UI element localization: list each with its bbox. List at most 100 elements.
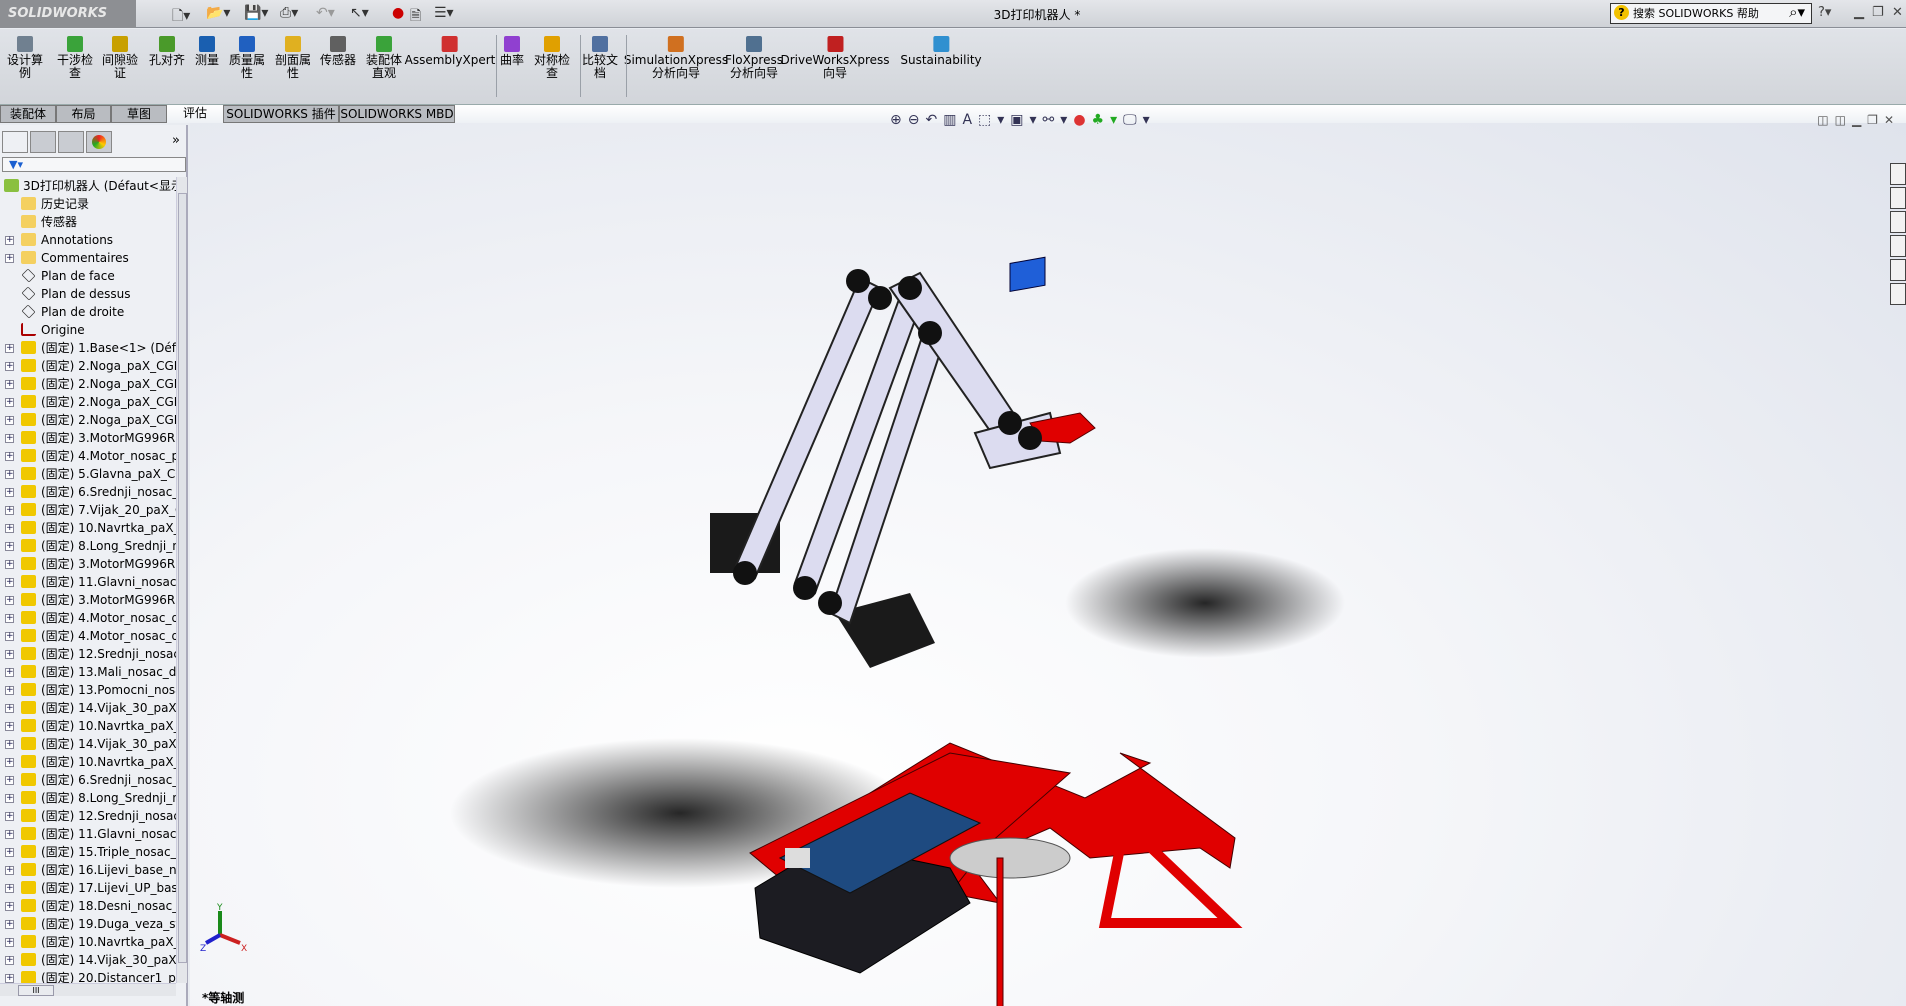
tree-item[interactable]: 传感器 <box>0 213 176 231</box>
tree-item[interactable]: Plan de droite <box>0 303 176 321</box>
tree-item[interactable]: + (固定) 2.Noga_paX_CGI <box>0 393 176 411</box>
tree-item[interactable]: + (固定) 1.Base<1> (Défa <box>0 339 176 357</box>
ribbon-button-compare-documents[interactable]: 比较文 档 <box>582 36 618 80</box>
expand-panel-icon[interactable]: » <box>172 133 180 148</box>
tree-item[interactable]: + (固定) 20.Distancer1_pa <box>0 969 176 983</box>
expand-icon[interactable]: + <box>5 380 14 389</box>
tree-item[interactable]: + Annotations <box>0 231 176 249</box>
expand-icon[interactable]: + <box>5 902 14 911</box>
tree-item[interactable]: + (固定) 18.Desni_nosac_s <box>0 897 176 915</box>
tree-item[interactable]: + (固定) 16.Lijevi_base_no <box>0 861 176 879</box>
tree-item[interactable]: + (固定) 2.Noga_paX_CGI <box>0 411 176 429</box>
tree-item[interactable]: + (固定) 11.Glavni_nosac_ <box>0 825 176 843</box>
tree-item[interactable]: + (固定) 3.MotorMG996R <box>0 591 176 609</box>
expand-icon[interactable]: + <box>5 866 14 875</box>
ribbon-button-clearance-verification[interactable]: 间隙验 证 <box>102 36 138 80</box>
tree-item[interactable]: + (固定) 10.Navrtka_paX_ <box>0 933 176 951</box>
scrollbar-thumb[interactable] <box>178 193 187 963</box>
ribbon-button-sensor[interactable]: 传感器 <box>320 36 356 67</box>
ribbon-button-symmetry-check[interactable]: 对称检 查 <box>534 36 570 80</box>
tree-item[interactable]: + (固定) 6.Srednji_nosac_ <box>0 483 176 501</box>
help-menu-icon[interactable]: ?▾ <box>1818 5 1831 20</box>
tree-item[interactable]: + (固定) 11.Glavni_nosac_ <box>0 573 176 591</box>
expand-icon[interactable]: + <box>5 398 14 407</box>
tree-item[interactable]: + (固定) 13.Pomocni_nosa <box>0 681 176 699</box>
tree-item[interactable]: + (固定) 8.Long_Srednji_n <box>0 537 176 555</box>
expand-icon[interactable]: + <box>5 614 14 623</box>
tree-item[interactable]: + (固定) 3.MotorMG996R <box>0 429 176 447</box>
expand-icon[interactable]: + <box>5 416 14 425</box>
ribbon-button-design-study[interactable]: 设计算 例 <box>7 36 43 80</box>
tab-3[interactable]: 评估 <box>167 105 223 123</box>
tab-0[interactable]: 装配体 <box>0 105 56 123</box>
expand-icon[interactable]: + <box>5 578 14 587</box>
expand-icon[interactable]: + <box>5 434 14 443</box>
expand-icon[interactable]: + <box>5 344 14 353</box>
tree-filter[interactable]: ▼▾ <box>2 157 186 172</box>
ribbon-button-floxpress[interactable]: FloXpress 分析向导 <box>725 36 783 80</box>
tree-item[interactable]: + (固定) 4.Motor_nosac_d <box>0 627 176 645</box>
scrollbar-thumb[interactable]: III <box>18 985 54 996</box>
expand-icon[interactable]: + <box>5 452 14 461</box>
tree-item[interactable]: + (固定) 15.Triple_nosac_ <box>0 843 176 861</box>
expand-icon[interactable]: + <box>5 704 14 713</box>
expand-icon[interactable]: + <box>5 632 14 641</box>
tree-item[interactable]: + (固定) 3.MotorMG996R <box>0 555 176 573</box>
expand-icon[interactable]: + <box>5 362 14 371</box>
ribbon-button-simulationxpress[interactable]: SimulationXpress 分析向导 <box>624 36 728 80</box>
tree-item[interactable]: + (固定) 19.Duga_veza_sti <box>0 915 176 933</box>
expand-icon[interactable]: + <box>5 542 14 551</box>
graphics-area[interactable]: ⊕⊖↶▥A⬚▾▣▾⚯▾●♣▾🖵▾ ◫◫▁❐✕ Y X Z *等轴测 <box>190 112 1906 1006</box>
display-manager-tab[interactable] <box>86 131 112 153</box>
ribbon-button-mass-properties[interactable]: 质量属 性 <box>229 36 265 80</box>
expand-icon[interactable]: + <box>5 740 14 749</box>
tree-item[interactable]: + (固定) 14.Vijak_30_paX_ <box>0 735 176 753</box>
tab-4[interactable]: SOLIDWORKS 插件 <box>223 105 339 123</box>
expand-icon[interactable]: + <box>5 254 14 263</box>
tree-item[interactable]: + (固定) 10.Navrtka_paX_ <box>0 753 176 771</box>
tab-1[interactable]: 布局 <box>56 105 111 123</box>
expand-icon[interactable]: + <box>5 758 14 767</box>
expand-icon[interactable]: + <box>5 236 14 245</box>
tree-item[interactable]: + (固定) 14.Vijak_30_paX_ <box>0 951 176 969</box>
expand-icon[interactable]: + <box>5 722 14 731</box>
ribbon-button-curvature[interactable]: 曲率 <box>500 36 524 67</box>
tree-vertical-scrollbar[interactable] <box>176 177 187 983</box>
tab-5[interactable]: SOLIDWORKS MBD <box>339 105 455 123</box>
tree-item[interactable]: Plan de dessus <box>0 285 176 303</box>
tree-item[interactable]: Plan de face <box>0 267 176 285</box>
ribbon-button-assemblyxpert[interactable]: AssemblyXpert <box>405 36 495 67</box>
tree-item[interactable]: + (固定) 10.Navrtka_paX_ <box>0 717 176 735</box>
expand-icon[interactable]: + <box>5 560 14 569</box>
property-manager-tab[interactable] <box>30 131 56 153</box>
tree-item[interactable]: + (固定) 2.Noga_paX_CGI <box>0 375 176 393</box>
tree-item[interactable]: + (固定) 12.Srednji_nosac <box>0 645 176 663</box>
expand-icon[interactable]: + <box>5 524 14 533</box>
expand-icon[interactable]: + <box>5 830 14 839</box>
close-button[interactable]: ✕ <box>1892 5 1903 20</box>
tree-item[interactable]: + (固定) 17.Lijevi_UP_base <box>0 879 176 897</box>
restore-button[interactable]: ❐ <box>1872 5 1884 20</box>
expand-icon[interactable]: + <box>5 884 14 893</box>
minimize-button[interactable]: ▁ <box>1854 5 1864 20</box>
expand-icon[interactable]: + <box>5 506 14 515</box>
configuration-manager-tab[interactable] <box>58 131 84 153</box>
expand-icon[interactable]: + <box>5 920 14 929</box>
tree-item[interactable]: + (固定) 8.Long_Srednji_n <box>0 789 176 807</box>
feature-manager-tab[interactable] <box>2 131 28 153</box>
ribbon-button-driveworksxpress[interactable]: DriveWorksXpress 向导 <box>780 36 890 80</box>
tree-item[interactable]: + (固定) 7.Vijak_20_paX_C <box>0 501 176 519</box>
tree-item[interactable]: + (固定) 13.Mali_nosac_d <box>0 663 176 681</box>
help-search-input[interactable]: ? 搜索 SOLIDWORKS 帮助 ⌕▾ <box>1610 3 1812 24</box>
expand-icon[interactable]: + <box>5 650 14 659</box>
tree-item[interactable]: Origine <box>0 321 176 339</box>
expand-icon[interactable]: + <box>5 686 14 695</box>
ribbon-button-interference-check[interactable]: 干涉检 查 <box>57 36 93 80</box>
expand-icon[interactable]: + <box>5 938 14 947</box>
tree-item[interactable]: + (固定) 5.Glavna_paX_CG <box>0 465 176 483</box>
tree-item[interactable]: + Commentaires <box>0 249 176 267</box>
ribbon-button-sustainability[interactable]: Sustainability <box>900 36 982 67</box>
expand-icon[interactable]: + <box>5 974 14 983</box>
tab-2[interactable]: 草图 <box>111 105 167 123</box>
tree-horizontal-scrollbar[interactable]: III <box>0 983 176 996</box>
